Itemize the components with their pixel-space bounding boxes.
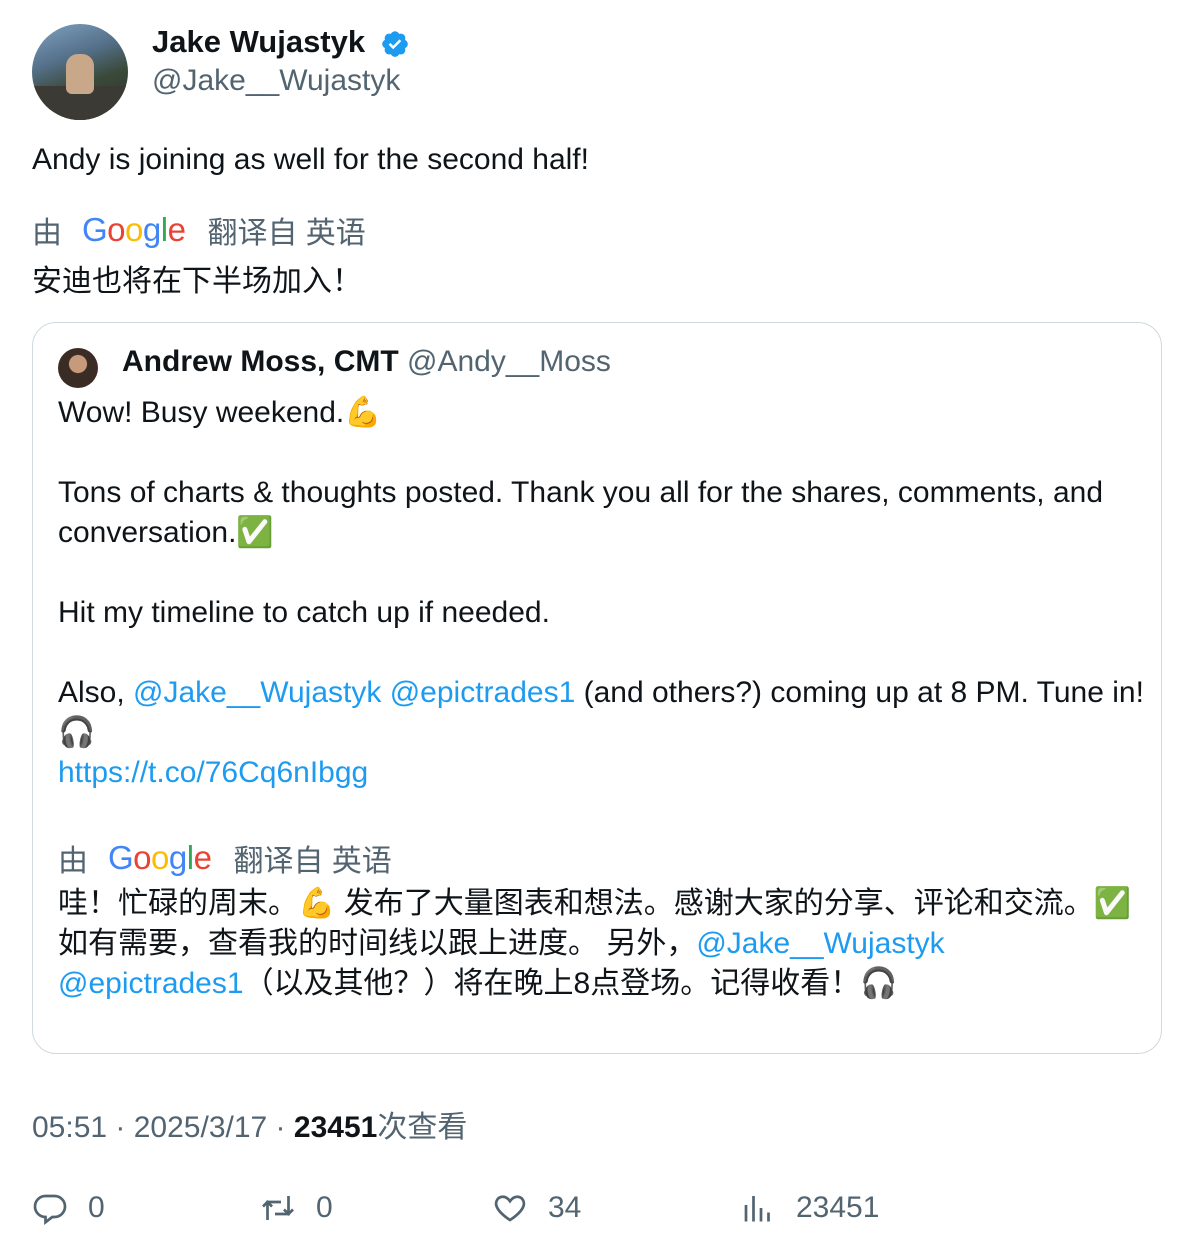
quoted-author-handle: @Andy__Moss	[407, 345, 611, 378]
retweet-count: 0	[316, 1191, 333, 1224]
quoted-author-avatar[interactable]	[58, 348, 98, 388]
author-handle[interactable]: @Jake__Wujastyk	[152, 64, 400, 98]
analytics-icon	[744, 1196, 770, 1222]
google-logo: Google	[108, 839, 212, 876]
quoted-translated-from-label: 翻译自 英语	[233, 845, 392, 878]
like-count: 34	[548, 1191, 582, 1224]
quoted-link[interactable]: https://t.co/76Cq6nIbgg	[58, 753, 1148, 793]
translated-from-label: 翻译自 英语	[207, 217, 366, 250]
translation-attribution: 由 Google 翻译自 英语	[32, 208, 366, 252]
quoted-translation-by: 由	[58, 845, 88, 878]
tweet-time[interactable]: 05:51	[32, 1111, 107, 1144]
quoted-translation-attribution: 由 Google 翻译自 英语	[58, 836, 392, 880]
quoted-author-header: Andrew Moss, CMT @Andy__Moss	[122, 345, 611, 379]
translation-mention-epictrades[interactable]: @epictrades1	[58, 967, 244, 1000]
views-count: 23451	[796, 1191, 880, 1224]
quoted-author-name: Andrew Moss, CMT	[122, 345, 399, 378]
quoted-line-4-prefix: Also,	[58, 676, 134, 709]
view-count: 23451	[293, 1111, 378, 1144]
quoted-translation-part-1: 哇！忙碌的周末。💪 发布了大量图表和想法。感谢大家的分享、评论和交流。✅ 如有需…	[58, 887, 1132, 960]
translated-text: 安迪也将在下半场加入！	[32, 265, 362, 298]
author-avatar[interactable]	[32, 24, 128, 120]
tweet-meta: 05:51 · 2025/3/17 · 23451次查看	[32, 1102, 467, 1146]
author-name[interactable]: Jake Wujastyk	[152, 24, 365, 60]
quoted-translated-text: 哇！忙碌的周末。💪 发布了大量图表和想法。感谢大家的分享、评论和交流。✅ 如有需…	[58, 884, 1138, 1004]
translation-mention-jake[interactable]: @Jake__Wujastyk	[696, 927, 944, 960]
google-logo: Google	[82, 211, 186, 248]
retweet-button[interactable]: 0	[260, 1190, 333, 1226]
tweet-text: Andy is joining as well for the second h…	[32, 143, 589, 176]
translation-by: 由	[32, 217, 62, 250]
view-count-label: 次查看	[377, 1111, 468, 1144]
tweet-date[interactable]: 2025/3/17	[134, 1111, 267, 1144]
mention-epictrades[interactable]: @epictrades1	[390, 676, 576, 709]
reply-button[interactable]: 0	[32, 1190, 105, 1226]
quoted-line-4: Also, @Jake__Wujastyk @epictrades1 (and …	[58, 673, 1148, 753]
quoted-line-3: Hit my timeline to catch up if needed.	[58, 596, 550, 629]
reply-icon	[33, 1194, 67, 1226]
quoted-line-1: Wow! Busy weekend.💪	[58, 396, 382, 429]
quoted-line-2: Tons of charts & thoughts posted. Thank …	[58, 476, 1104, 549]
verified-badge-icon	[382, 31, 408, 57]
mention-jake[interactable]: @Jake__Wujastyk	[133, 676, 381, 709]
views-button[interactable]: 23451	[740, 1190, 879, 1226]
like-button[interactable]: 34	[492, 1190, 581, 1226]
meta-separator: ·	[267, 1111, 294, 1144]
avatar-person	[66, 54, 94, 94]
quoted-translation-part-2: （以及其他？）将在晚上8点登场。记得收看！🎧	[243, 967, 898, 1000]
retweet-icon	[262, 1196, 294, 1220]
reply-count: 0	[88, 1191, 105, 1224]
heart-icon	[494, 1195, 526, 1222]
meta-separator: ·	[107, 1111, 134, 1144]
